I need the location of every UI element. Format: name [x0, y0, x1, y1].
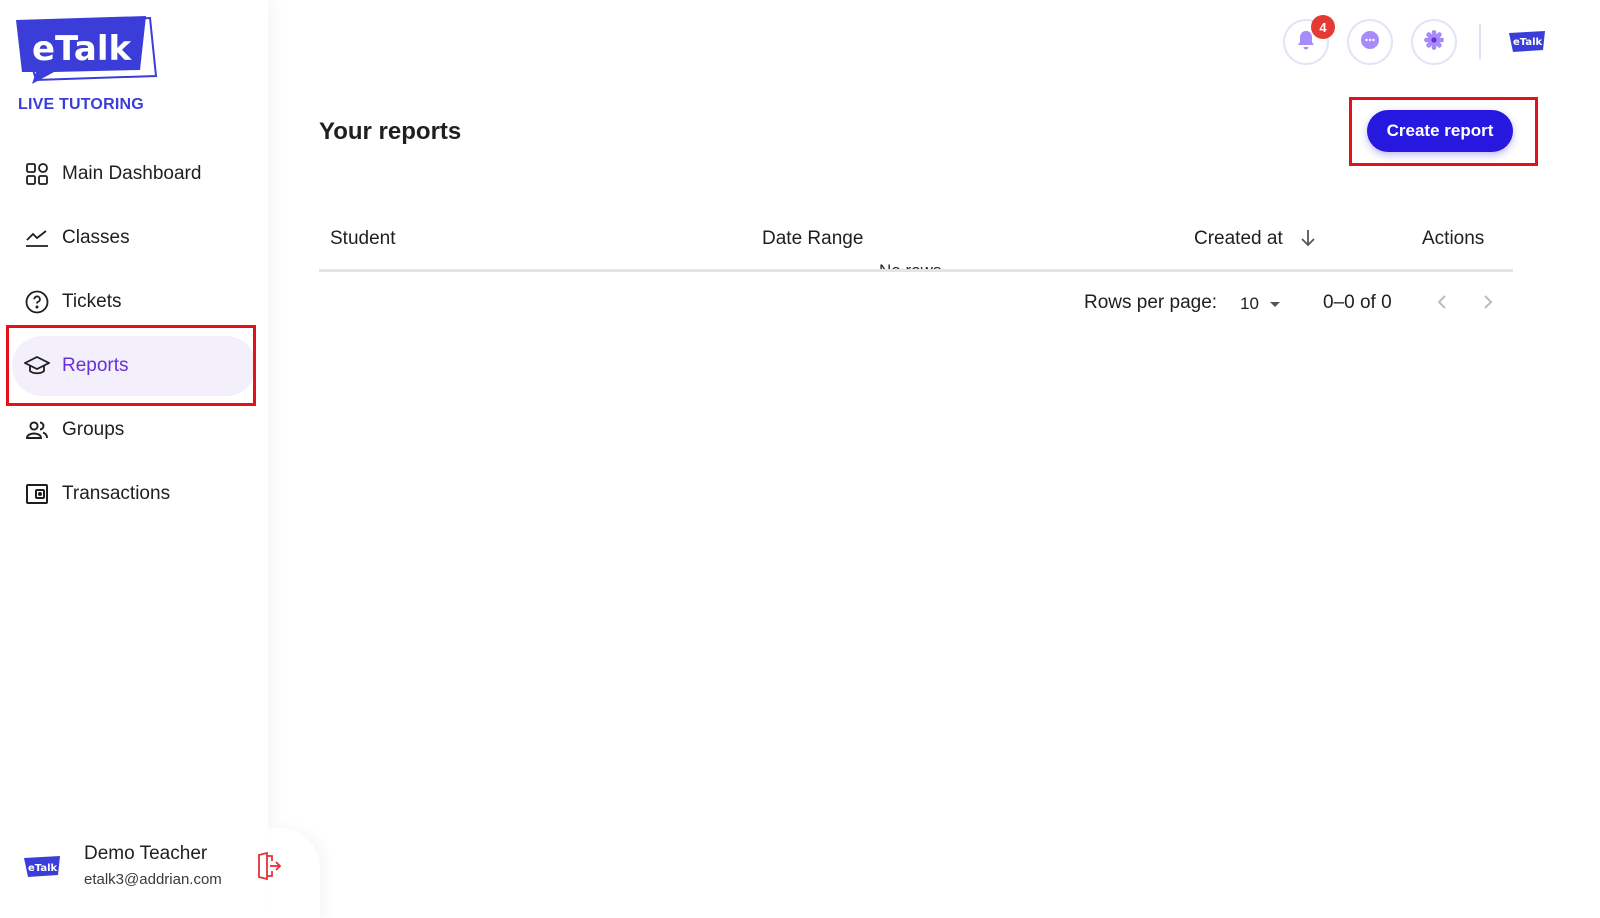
chevron-right-icon: [1484, 295, 1493, 309]
profile-avatar[interactable]: eTalk: [1507, 30, 1547, 54]
help-circle-icon: [24, 289, 50, 315]
pagination-range: 0–0 of 0: [1323, 292, 1392, 313]
user-name: Demo Teacher: [84, 843, 208, 864]
notifications-button[interactable]: 4: [1283, 15, 1335, 65]
graduation-cap-icon: [24, 353, 50, 379]
previous-page-button[interactable]: [1430, 290, 1454, 314]
sidebar-item-label: Groups: [62, 419, 125, 440]
app-root: eTalk LIVE TUTORING Main Dashboard Class…: [0, 0, 1600, 918]
no-rows-text: No rows: [879, 261, 941, 269]
sidebar-item-label: Reports: [62, 355, 129, 376]
sidebar-item-label: Main Dashboard: [62, 163, 202, 184]
sidebar-item-groups[interactable]: Groups: [12, 400, 256, 460]
logo-subtitle: LIVE TUTORING: [18, 96, 144, 113]
sidebar-item-tickets[interactable]: Tickets: [12, 272, 256, 332]
svg-text:eTalk: eTalk: [28, 863, 57, 874]
table-header-divider: [319, 269, 1513, 272]
sidebar-item-label: Transactions: [62, 483, 171, 504]
svg-text:eTalk: eTalk: [1513, 37, 1542, 48]
etalk-logo[interactable]: eTalk: [14, 14, 164, 84]
column-header-actions[interactable]: Actions: [1422, 228, 1484, 250]
chevron-down-icon: [1269, 302, 1280, 307]
create-report-button[interactable]: Create report: [1367, 110, 1513, 152]
column-header-created-at[interactable]: Created at: [1194, 228, 1283, 250]
empty-table-overlay: No rows: [860, 258, 980, 269]
sidebar: eTalk LIVE TUTORING Main Dashboard Class…: [0, 0, 268, 918]
next-page-button[interactable]: [1476, 290, 1500, 314]
settings-button[interactable]: [1411, 19, 1457, 65]
sidebar-item-classes[interactable]: Classes: [12, 208, 256, 268]
notification-count-badge: 4: [1311, 15, 1335, 39]
chart-line-icon: [24, 225, 50, 251]
sidebar-item-label: Classes: [62, 227, 130, 248]
wallet-icon: [24, 481, 50, 507]
logout-icon[interactable]: [256, 851, 282, 881]
chat-button[interactable]: [1347, 19, 1393, 65]
sidebar-item-label: Tickets: [62, 291, 122, 312]
user-avatar[interactable]: eTalk: [22, 855, 62, 879]
column-header-date-range[interactable]: Date Range: [762, 228, 863, 250]
chat-bubble-icon: [1359, 29, 1381, 56]
rows-per-page-value: 10: [1240, 294, 1259, 313]
user-email: etalk3@addrian.com: [84, 871, 222, 888]
gear-icon: [1423, 29, 1445, 56]
sort-descending-icon[interactable]: [1299, 228, 1317, 248]
rows-per-page-select[interactable]: 10: [1240, 292, 1285, 316]
sidebar-item-main-dashboard[interactable]: Main Dashboard: [12, 144, 256, 204]
rows-per-page-label: Rows per page:: [1084, 292, 1218, 313]
page-title: Your reports: [319, 118, 462, 145]
dashboard-grid-icon: [24, 161, 50, 187]
topbar-divider: [1479, 24, 1481, 60]
people-icon: [24, 417, 50, 443]
chevron-left-icon: [1437, 295, 1446, 309]
svg-text:eTalk: eTalk: [32, 29, 132, 69]
sidebar-item-reports[interactable]: Reports: [12, 336, 256, 396]
column-header-student[interactable]: Student: [330, 228, 396, 250]
sidebar-item-transactions[interactable]: Transactions: [12, 464, 256, 524]
